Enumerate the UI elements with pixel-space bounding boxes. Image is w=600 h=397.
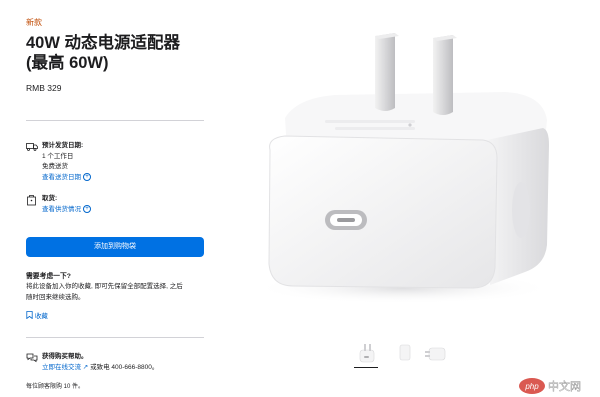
product-image xyxy=(253,33,553,304)
help-heading: 获得购买帮助。 xyxy=(42,353,88,360)
bookmark-icon xyxy=(26,311,33,320)
delivery-eta: 1 个工作日 xyxy=(42,152,74,160)
save-link-label[interactable]: 收藏 xyxy=(35,313,48,320)
delivery-date-link[interactable]: 查看送货日期 + xyxy=(42,172,91,184)
pickup-heading: 取货: xyxy=(42,195,58,202)
save-link[interactable]: 收藏 xyxy=(26,310,48,320)
phone-text: 或致电 400-666-8800。 xyxy=(90,363,159,371)
plus-circle-icon: + xyxy=(83,172,91,181)
php-watermark-logo: php 中文网 xyxy=(519,378,581,394)
product-title-line-1: 40W 动态电源适配器 xyxy=(26,34,181,52)
delivery-date-link-label[interactable]: 查看送货日期 xyxy=(42,174,81,181)
svg-text:中文网: 中文网 xyxy=(548,379,581,393)
delivery-shipping: 免费送货 xyxy=(42,163,68,170)
external-arrow-icon: ↗ xyxy=(81,363,91,371)
consider-body-line-2: 随时回来继续选购。 xyxy=(26,293,85,301)
new-badge: 新款 xyxy=(26,18,42,27)
divider xyxy=(26,120,204,121)
delivery-heading: 预计发货日期: xyxy=(42,142,84,149)
thumbnail-angle[interactable] xyxy=(422,340,452,368)
thumbnail-front[interactable] xyxy=(352,340,382,368)
consider-body: 将此设备加入你的收藏, 即可先保留全部配置选择, 之后 随时回来继续选购。 xyxy=(26,282,208,303)
pickup-availability-link[interactable]: 查看供货情况 + xyxy=(42,204,91,216)
chat-bubbles-icon xyxy=(26,353,38,363)
plus-circle-icon: + xyxy=(83,204,91,213)
gallery-thumbnails xyxy=(340,340,460,370)
product-price: RMB 329 xyxy=(26,83,62,93)
svg-text:php: php xyxy=(524,382,539,391)
add-to-bag-button[interactable]: 添加到购物袋 xyxy=(26,237,204,257)
thumbnail-selected-indicator xyxy=(354,367,378,368)
purchase-limit-note: 每位顾客限购 10 件。 xyxy=(26,384,85,390)
consider-body-line-1: 将此设备加入你的收藏, 即可先保留全部配置选择, 之后 xyxy=(26,283,183,290)
chat-online-link[interactable]: 立即在线交流 xyxy=(42,364,81,371)
consider-title: 需要考虑一下? xyxy=(26,273,71,280)
divider xyxy=(26,337,204,338)
store-icon xyxy=(27,195,36,206)
product-title-line-2: (最高 60W) xyxy=(26,54,109,72)
truck-icon xyxy=(26,143,38,151)
product-title: 40W 动态电源适配器 (最高 60W) xyxy=(26,33,206,73)
thumbnail-side[interactable] xyxy=(390,340,420,368)
pickup-availability-link-label[interactable]: 查看供货情况 xyxy=(42,206,81,213)
